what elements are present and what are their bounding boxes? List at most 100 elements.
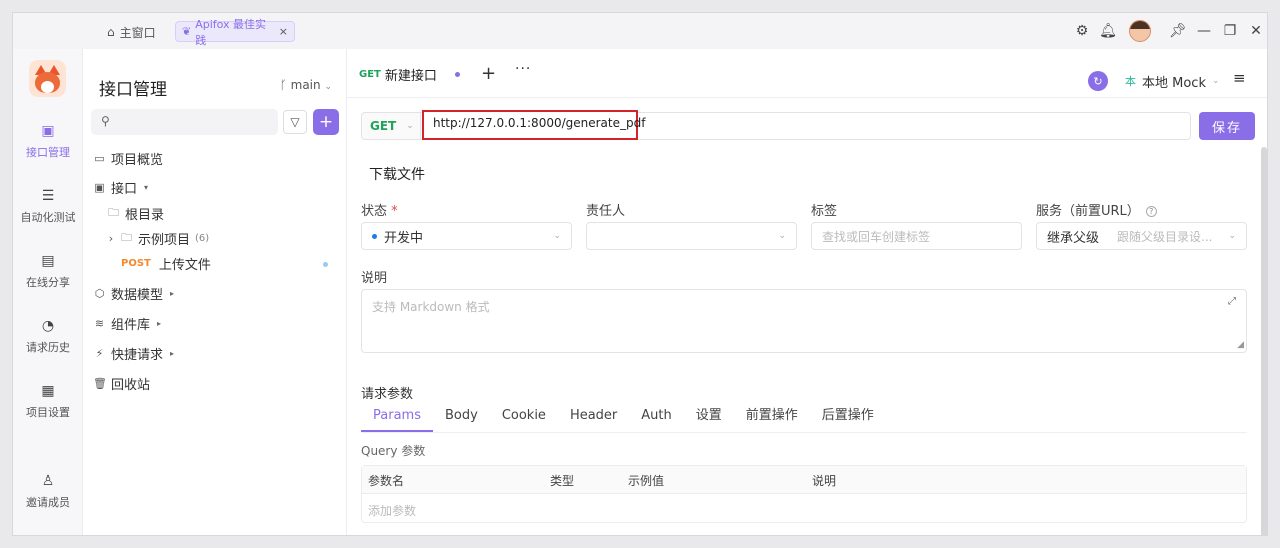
- status-select[interactable]: 开发中 ⌄: [361, 222, 572, 250]
- sidebar-title: 接口管理: [99, 80, 167, 100]
- tab-new-endpoint[interactable]: GET 新建接口: [353, 59, 466, 89]
- column-header: 示例值: [628, 474, 665, 488]
- rail-item-label: 接口管理: [26, 146, 70, 159]
- window-controls: ⚙ 🔔︎ 📌︎ — ❐ ✕: [1069, 13, 1267, 49]
- history-icon: ◔: [41, 318, 55, 334]
- rail-item-automation[interactable]: ☰ 自动化测试: [13, 188, 83, 225]
- branch-selector[interactable]: ᚴ main ⌄: [280, 78, 332, 92]
- tree-item-label: 示例项目: [138, 232, 191, 248]
- tree-item-upload[interactable]: POST 上传文件: [121, 253, 211, 273]
- bell-icon[interactable]: 🔔︎: [1095, 13, 1121, 49]
- sidebar-search-input[interactable]: ⚲: [91, 109, 278, 135]
- api-folder-icon: ▣: [94, 180, 105, 194]
- environment-selector[interactable]: 本 本地 Mock ⌄: [1119, 69, 1229, 93]
- caret-right-icon: ▸: [157, 318, 162, 328]
- tab-cookie[interactable]: Cookie: [490, 406, 558, 432]
- rail-item-settings[interactable]: ▦ 项目设置: [13, 383, 83, 420]
- tree-item-root[interactable]: 🗀︎ 根目录: [107, 203, 164, 223]
- rail-item-api[interactable]: ▣ 接口管理: [13, 123, 83, 160]
- tree-item-label: 快捷请求: [111, 347, 164, 363]
- chevron-down-icon: ⌄: [778, 231, 786, 241]
- invite-icon: ♙: [41, 473, 55, 489]
- description-textarea[interactable]: 支持 Markdown 格式 ⤢ ◢: [361, 289, 1247, 353]
- avatar[interactable]: [1129, 20, 1151, 42]
- method-select[interactable]: GET ⌄: [361, 112, 421, 140]
- tab-params[interactable]: Params: [361, 406, 433, 432]
- rail-item-label: 请求历史: [26, 341, 70, 354]
- close-tab-icon[interactable]: ×: [279, 25, 288, 38]
- divider: [347, 97, 1267, 98]
- tag-input[interactable]: 查找或回车创建标签: [811, 222, 1022, 250]
- description-placeholder: 支持 Markdown 格式: [372, 300, 490, 314]
- new-tab-button[interactable]: +: [481, 63, 496, 84]
- home-tab[interactable]: ⌂ 主窗口: [107, 22, 156, 42]
- rail-item-label: 邀请成员: [26, 496, 70, 509]
- restore-icon[interactable]: ❐: [1217, 13, 1243, 49]
- tree-item-models[interactable]: ⬡ 数据模型 ▸: [93, 283, 174, 303]
- env-badge: 本: [1125, 75, 1136, 88]
- tab-pre-processors[interactable]: 前置操作: [734, 406, 810, 432]
- tree-item-apis[interactable]: ▣ 接口 ▾: [93, 177, 148, 197]
- url-input[interactable]: http://127.0.0.1:8000/generate_pdf: [422, 110, 645, 140]
- chevron-down-icon: ⌄: [324, 82, 332, 92]
- trash-icon: 🗑︎: [93, 376, 107, 390]
- scrollbar[interactable]: [1261, 147, 1267, 535]
- endpoint-name[interactable]: 下载文件: [369, 164, 425, 184]
- lightning-icon: ⚡︎: [95, 346, 104, 360]
- menu-icon[interactable]: ≡: [1233, 69, 1246, 87]
- minimize-icon[interactable]: —: [1191, 13, 1217, 49]
- pin-icon[interactable]: 📌︎: [1165, 13, 1191, 49]
- owner-select[interactable]: ⌄: [586, 222, 797, 250]
- tree-item-components[interactable]: ≋ 组件库 ▸: [93, 313, 161, 333]
- rail-item-label: 自动化测试: [20, 211, 76, 224]
- tree-item-overview[interactable]: ▭ 项目概览: [93, 148, 163, 168]
- rail-item-invite[interactable]: ♙ 邀请成员: [13, 473, 83, 510]
- caret-right-icon: ▸: [170, 288, 175, 298]
- title-bar: ⌂ 主窗口 ❦ Apifox 最佳实践 × ⚙ 🔔︎ 📌︎ — ❐ ✕: [13, 13, 1267, 49]
- tree-item-quick[interactable]: ⚡︎ 快捷请求 ▸: [93, 343, 174, 363]
- gear-icon[interactable]: ⚙: [1069, 13, 1095, 49]
- home-icon: ⌂: [107, 25, 115, 39]
- app-window: ⌂ 主窗口 ❦ Apifox 最佳实践 × ⚙ 🔔︎ 📌︎ — ❐ ✕ ▣ 接口…: [12, 12, 1268, 536]
- branch-name: main: [290, 78, 321, 92]
- tab-post-processors[interactable]: 后置操作: [810, 406, 886, 432]
- service-select[interactable]: 继承父级 跟随父级目录设... ⌄: [1036, 222, 1247, 250]
- settings-icon: ▦: [41, 383, 55, 399]
- tree-item-example[interactable]: › 🗀︎ 示例项目 (6): [107, 228, 209, 248]
- more-icon[interactable]: ···: [515, 61, 531, 77]
- tree-item-label: 数据模型: [111, 287, 164, 303]
- help-icon: ?: [1145, 206, 1157, 217]
- tab-auth[interactable]: Auth: [629, 406, 683, 432]
- service-value: 继承父级: [1047, 230, 1100, 246]
- column-header: 说明: [812, 474, 837, 488]
- resize-handle[interactable]: ◢: [1237, 340, 1244, 350]
- chevron-down-icon: ⌄: [1211, 76, 1220, 86]
- folder-icon: 🗀︎: [121, 230, 132, 244]
- method-badge: POST: [121, 257, 151, 269]
- tab-settings[interactable]: 设置: [684, 406, 734, 432]
- chevron-down-icon: ⌄: [553, 231, 561, 241]
- expand-icon[interactable]: ⤢: [1228, 296, 1236, 307]
- caret-right-icon: ▸: [170, 348, 175, 358]
- tab-body[interactable]: Body: [433, 406, 490, 432]
- service-label: 服务（前置URL）?: [1036, 200, 1157, 219]
- filter-button[interactable]: ▽: [283, 110, 307, 134]
- save-button[interactable]: 保存: [1199, 112, 1255, 140]
- add-param-input[interactable]: 添加参数: [368, 502, 416, 519]
- layers-icon: ≋: [94, 316, 105, 330]
- sync-icon[interactable]: ↻: [1088, 71, 1108, 91]
- tab-header[interactable]: Header: [558, 406, 629, 432]
- tree-item-label: 上传文件: [158, 257, 211, 273]
- leaf-icon: ❦: [182, 25, 192, 38]
- chevron-right-icon: ›: [108, 231, 114, 245]
- tree-item-label: 组件库: [111, 317, 151, 333]
- rail-item-share[interactable]: ▤ 在线分享: [13, 253, 83, 290]
- project-tab[interactable]: ❦ Apifox 最佳实践 ×: [175, 18, 295, 47]
- owner-label: 责任人: [586, 204, 626, 219]
- tree-item-trash[interactable]: 🗑︎ 回收站: [93, 373, 150, 393]
- unsaved-dot: [454, 71, 460, 77]
- rail-item-history[interactable]: ◔ 请求历史: [13, 318, 83, 355]
- add-button[interactable]: +: [313, 109, 339, 135]
- close-icon[interactable]: ✕: [1243, 13, 1267, 49]
- tag-placeholder: 查找或回车创建标签: [822, 229, 931, 244]
